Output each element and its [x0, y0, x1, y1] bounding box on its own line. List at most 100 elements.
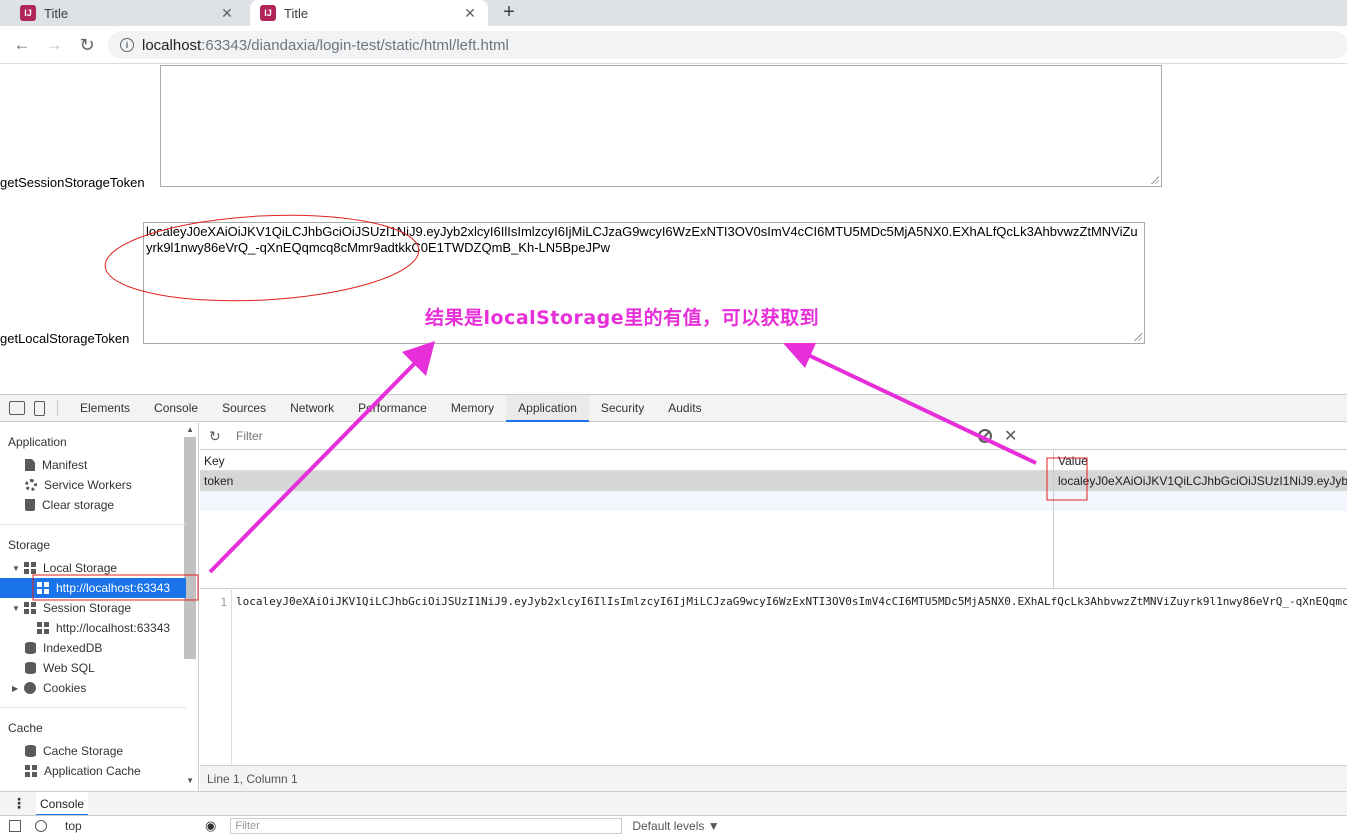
table-header: Key Value: [200, 451, 1347, 471]
storage-view: ↻ ✕ Key Value token localeyJ0eXAiOiJKV1Q…: [200, 423, 1347, 791]
scroll-down-icon[interactable]: ▼: [186, 776, 194, 785]
session-token-label: getSessionStorageToken: [0, 175, 145, 190]
sidebar-item-clear-storage[interactable]: Clear storage: [25, 495, 114, 515]
column-value[interactable]: Value: [1058, 454, 1088, 468]
storage-table: Key Value token localeyJ0eXAiOiJKV1QiLCJ…: [200, 451, 1347, 589]
url-path: :63343/diandaxia/login-test/static/html/…: [201, 36, 509, 54]
tab-console[interactable]: Console: [142, 395, 210, 422]
line-gutter: 1: [200, 590, 232, 765]
sidebar-item-session-origin[interactable]: http://localhost:63343: [37, 618, 170, 638]
grid-icon: [37, 582, 49, 594]
sidebar-item-websql[interactable]: Web SQL: [25, 658, 95, 678]
sidebar-item-label: Cookies: [43, 681, 87, 695]
resize-grip-icon[interactable]: [1151, 176, 1159, 184]
table-row[interactable]: token localeyJ0eXAiOiJKV1QiLCJhbGciOiJSU…: [200, 471, 1347, 491]
sidebar-item-cache-storage[interactable]: Cache Storage: [25, 741, 123, 761]
expand-triangle-icon[interactable]: ▶: [12, 684, 22, 693]
cell-value[interactable]: localeyJ0eXAiOiJKV1QiLCJhbGciOiJSUzI1NiJ…: [1058, 474, 1347, 488]
sidebar-item-application-cache[interactable]: Application Cache: [25, 761, 141, 781]
grid-icon: [37, 622, 49, 634]
eye-icon[interactable]: ◉: [205, 818, 216, 834]
tab-security[interactable]: Security: [589, 395, 656, 422]
database-icon: [25, 745, 36, 757]
inspect-element-icon[interactable]: [9, 401, 25, 415]
devtools-tab-bar: Elements Console Sources Network Perform…: [0, 394, 1347, 422]
close-icon[interactable]: ✕: [219, 5, 235, 22]
scroll-up-icon[interactable]: ▲: [186, 425, 194, 434]
tab-title: Title: [44, 5, 69, 21]
sidebar-item-cookies[interactable]: ▶ Cookies: [12, 678, 86, 698]
tab-audits[interactable]: Audits: [656, 395, 713, 422]
column-key[interactable]: Key: [204, 454, 225, 468]
grid-icon: [24, 562, 36, 574]
sidebar-item-local-origin[interactable]: http://localhost:63343: [0, 578, 186, 598]
divider: [0, 524, 186, 525]
sidebar-scrollbar[interactable]: [184, 437, 196, 659]
forward-button[interactable]: →: [42, 34, 66, 56]
tab-memory[interactable]: Memory: [439, 395, 506, 422]
sidebar-item-indexeddb[interactable]: IndexedDB: [25, 638, 102, 658]
console-filter-input[interactable]: Filter: [230, 817, 623, 834]
more-options-icon[interactable]: ⋮: [12, 795, 26, 812]
clear-all-icon[interactable]: [978, 429, 992, 443]
sidebar-item-manifest[interactable]: Manifest: [25, 455, 87, 475]
section-cache: Cache: [8, 721, 43, 735]
sidebar-item-label: Application Cache: [44, 764, 141, 778]
browser-tab-active[interactable]: IJ Title ✕: [250, 0, 488, 26]
sidebar-item-label: IndexedDB: [43, 641, 103, 655]
sidebar-toggle-icon[interactable]: [9, 819, 21, 832]
database-icon: [25, 662, 36, 674]
tab-elements[interactable]: Elements: [68, 395, 142, 422]
reload-button[interactable]: ↻: [75, 34, 99, 56]
sidebar-item-session-storage[interactable]: ▼ Session Storage: [12, 598, 131, 618]
intellij-favicon-icon: IJ: [20, 5, 36, 21]
expand-triangle-icon[interactable]: ▼: [12, 604, 22, 613]
tab-sources[interactable]: Sources: [210, 395, 278, 422]
sidebar-item-local-storage[interactable]: ▼ Local Storage: [12, 558, 117, 578]
expand-triangle-icon[interactable]: ▼: [12, 564, 22, 573]
close-icon[interactable]: ✕: [462, 5, 478, 22]
devtools-panel: Elements Console Sources Network Perform…: [0, 394, 1347, 835]
browser-tab[interactable]: IJ Title ✕: [0, 0, 245, 26]
tab-title: Title: [284, 5, 309, 21]
browser-tab-strip: IJ Title ✕ IJ Title ✕ +: [0, 0, 1347, 26]
tab-performance[interactable]: Performance: [346, 395, 439, 422]
gear-icon: [25, 479, 37, 491]
clear-console-icon[interactable]: [35, 819, 47, 832]
info-icon[interactable]: i: [120, 38, 134, 52]
filter-input[interactable]: [234, 427, 956, 445]
session-token-textarea[interactable]: [160, 65, 1162, 187]
browser-toolbar: ← → ↻ i localhost :63343/diandaxia/login…: [0, 26, 1347, 64]
url-host: localhost: [142, 36, 202, 54]
log-levels-select[interactable]: Default levels ▼: [632, 819, 719, 833]
grid-icon: [24, 602, 36, 614]
resize-grip-icon[interactable]: [1134, 333, 1142, 341]
storage-filter-bar: ↻ ✕: [200, 423, 1347, 450]
sidebar-item-label: Web SQL: [43, 661, 95, 675]
table-empty-row[interactable]: [200, 491, 1347, 511]
sidebar-item-label: Service Workers: [44, 478, 132, 492]
sidebar-item-service-workers[interactable]: Service Workers: [25, 475, 132, 495]
refresh-icon[interactable]: ↻: [209, 428, 225, 445]
grid-icon: [25, 765, 37, 777]
application-sidebar: ▲ ▼ Application Manifest Service Workers…: [0, 423, 199, 791]
new-tab-button[interactable]: +: [498, 1, 520, 23]
tab-console-drawer[interactable]: Console: [36, 791, 89, 816]
delete-selected-icon[interactable]: ✕: [1004, 426, 1017, 446]
trash-icon: [25, 499, 35, 511]
section-application: Application: [8, 435, 67, 449]
tab-application[interactable]: Application: [506, 394, 589, 422]
annotation-text: 结果是localStorage里的有值，可以获取到: [425, 307, 820, 329]
column-divider[interactable]: [1053, 451, 1054, 588]
tab-network[interactable]: Network: [278, 395, 346, 422]
database-icon: [25, 642, 36, 654]
cell-key[interactable]: token: [204, 474, 233, 488]
address-bar[interactable]: i localhost :63343/diandaxia/login-test/…: [108, 31, 1347, 59]
device-toolbar-icon[interactable]: [34, 400, 45, 416]
sidebar-item-label: Session Storage: [43, 601, 132, 615]
context-select[interactable]: top: [65, 819, 195, 833]
section-storage: Storage: [8, 538, 51, 552]
back-button[interactable]: ←: [10, 34, 34, 56]
preview-code[interactable]: localeyJ0eXAiOiJKV1QiLCJhbGciOiJSUzI1NiJ…: [236, 595, 1347, 608]
status-bar: Line 1, Column 1: [200, 765, 1347, 791]
